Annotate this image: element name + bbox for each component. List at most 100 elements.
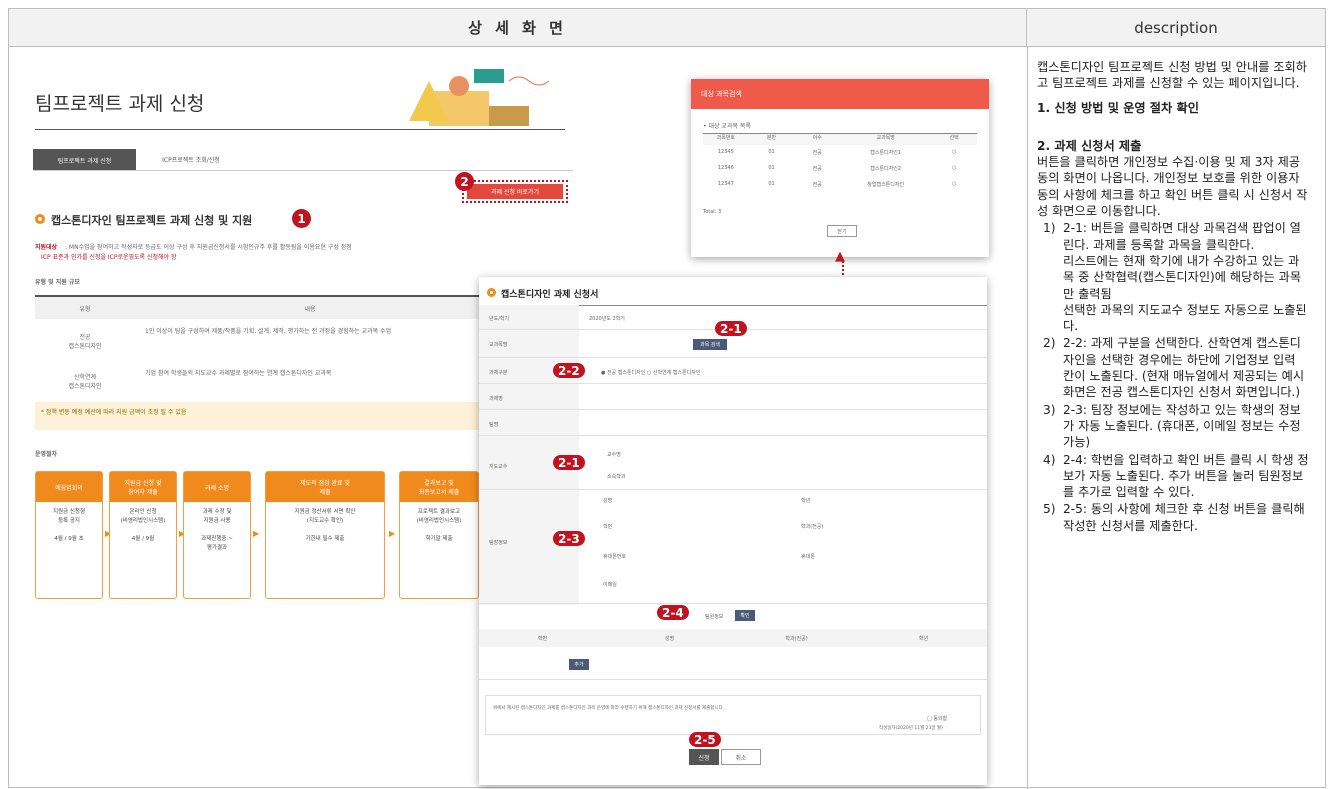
flow-step: 지원금 신청 및 참여자 제출 온라인 신청 (비영리법인시스템) 4월 / 9월 bbox=[109, 471, 177, 599]
tab-icp-project[interactable]: ICP프로젝트 조회/신청 bbox=[136, 149, 246, 171]
popup-cell: 12346 bbox=[717, 165, 734, 171]
table-head-type: 유형 bbox=[35, 297, 135, 319]
member-col: 학번 bbox=[537, 635, 548, 642]
flow-step-head: 제도적 점검 완료 및 제출 bbox=[266, 472, 384, 502]
agree-checkbox[interactable]: □ 동의함 bbox=[927, 715, 947, 722]
popup-col: 선택 bbox=[949, 135, 959, 141]
description-panel: 캡스톤디자인 팀프로젝트 신청 방법 및 안내를 조회하고 팀프로젝트 과제를 … bbox=[1037, 59, 1309, 534]
popup-col: 과목번호 bbox=[716, 135, 736, 141]
popup-row[interactable]: 12347 01 전공 창업캡스톤디자인 ○ bbox=[703, 181, 977, 188]
badge-2-1: 2-1 bbox=[715, 321, 747, 336]
description-step: 5) 2-5: 동의 사항에 체크한 후 신청 버튼을 클릭해 작성한 신청서를 … bbox=[1037, 501, 1309, 534]
popup-cell: 전공 bbox=[812, 150, 822, 156]
badge-2-4: 2-4 bbox=[657, 605, 689, 620]
form-label: 과제명 bbox=[489, 396, 503, 402]
popup-col: 분반 bbox=[766, 135, 777, 141]
badge-2-2: 2-2 bbox=[553, 363, 585, 378]
flow-step: 결과보고 및 최종보고서 제출 프로젝트 결과보고 (비영리법인시스템) 학기말 … bbox=[399, 471, 479, 599]
arrow-icon: ▶ bbox=[253, 529, 260, 538]
note-text: * 정책 변동 예정 예산에 따라 지원 금액이 조정 될 수 있음 bbox=[41, 409, 187, 416]
agree-date: 작성일자(2020년 11월 23일 월) bbox=[879, 726, 943, 731]
popup-row[interactable]: 12346 01 전공 캡스톤디자인2 ○ bbox=[703, 165, 977, 172]
table-cell: 산학연계 캡스톤디자인 bbox=[68, 374, 102, 390]
leader-field: 학과(전공) bbox=[801, 524, 824, 530]
logo-icon bbox=[487, 288, 496, 297]
member-col: 학과(전공) bbox=[785, 635, 808, 642]
badge-1: 1 bbox=[292, 209, 311, 228]
agree-text: 위에서 제시된 캡스톤디자인 과제를 캡스톤디자인 과목 운영에 따라 수행하기… bbox=[493, 706, 725, 711]
flow-step-body: 과제 수정 및 지원금 사용 과제진행중 ~ 평가결과 bbox=[201, 509, 233, 551]
popup-count: Total: 3 bbox=[703, 209, 722, 215]
popup-cell: 01 bbox=[768, 181, 775, 187]
form-label: 지도교수 bbox=[489, 464, 508, 470]
step-text: 2-4: 학번을 입력하고 확인 버튼 클릭 시 학생 정보가 자동 노출된다.… bbox=[1063, 452, 1309, 500]
popup-cell: 캡스톤디자인1 bbox=[870, 150, 902, 156]
popup-subtitle: • 대상 교과목 목록 bbox=[703, 123, 751, 130]
flow-step: 제도적 점검 완료 및 제출지원금 정산서류 서면 확인 (지도교수 확인) 기… bbox=[265, 471, 385, 599]
leader-field: 학번 bbox=[603, 524, 613, 530]
flow-step-head: 예창업회의 bbox=[36, 472, 102, 502]
leader-field: 학년 bbox=[801, 498, 811, 504]
popup-close-button[interactable]: 닫기 bbox=[827, 225, 857, 237]
badge-2-3: 2-3 bbox=[553, 531, 585, 546]
form-label: 팀명 bbox=[489, 422, 499, 428]
badge-2: 2 bbox=[455, 172, 474, 191]
member-table-head: 학번 성명 학과(전공) 학년 bbox=[479, 629, 987, 647]
flow-step-body: 지원금 정산서류 서면 확인 (지도교수 확인) 기한내 필수 제출 bbox=[294, 509, 356, 542]
badge-2-1-prof: 2-1 bbox=[553, 455, 585, 470]
step-subtext: 리스트에는 현재 학기에 내가 수강하고 있는 과목 중 산학협력(캡스톤디자인… bbox=[1063, 253, 1302, 301]
step-number: 2) bbox=[1043, 336, 1056, 351]
column-divider bbox=[1027, 47, 1028, 789]
member-col: 성명 bbox=[664, 635, 675, 642]
prof-field: 교수명 bbox=[607, 452, 621, 458]
popup-col: 교과목명 bbox=[876, 135, 895, 141]
step-number: 5) bbox=[1043, 502, 1056, 517]
description-intro: 캡스톤디자인 팀프로젝트 신청 방법 및 안내를 조회하고 팀프로젝트 과제를 … bbox=[1037, 60, 1307, 91]
popup-cell: 12345 bbox=[717, 149, 734, 155]
step-text: 2-1: 버튼을 클릭하면 대상 과목검색 팝업이 열린다. 과제를 등록할 과… bbox=[1063, 221, 1301, 252]
member-label: 팀원정보 bbox=[705, 614, 724, 620]
popup-row[interactable]: 12345 01 전공 캡스톤디자인1 ○ bbox=[703, 149, 977, 156]
popup-table-head: 과목번호 분반 이수 교과목명 선택 bbox=[703, 133, 977, 145]
project-type-radio[interactable]: ● 전공 캡스톤디자인 ○ 산학연계 캡스톤디자인 bbox=[601, 369, 700, 376]
flow-step-head: 지원금 신청 및 참여자 제출 bbox=[110, 472, 176, 502]
tab-team-project-apply[interactable]: 팀프로젝트 과제 신청 bbox=[33, 149, 136, 171]
step-number: 1) bbox=[1043, 221, 1056, 236]
add-member-button[interactable]: 추가 bbox=[569, 659, 589, 670]
popup-cell: 01 bbox=[768, 165, 775, 171]
course-search-popup: 대상 과목검색 • 대상 교과목 목록 과목번호 분반 이수 교과목명 선택 1… bbox=[691, 79, 989, 257]
arrow-up-icon: ▲ bbox=[835, 249, 845, 264]
submit-button[interactable]: 신청 bbox=[689, 749, 719, 765]
prof-field: 소속학과 bbox=[607, 474, 626, 480]
illustration-image bbox=[409, 69, 550, 126]
form-label: 교과목명 bbox=[489, 342, 508, 348]
type-title: 유형 및 지원 규모 bbox=[35, 279, 80, 286]
step-number: 4) bbox=[1043, 452, 1056, 467]
description-step: 2) 2-2: 과제 구분을 선택한다. 산학연계 캡스톤디자인을 선택한 경우에… bbox=[1037, 335, 1309, 400]
form-label: 과제구분 bbox=[489, 370, 508, 376]
table-cell: 기업 참여 학생들의 지도교수 과제별로 참여하는 연계 캡스톤디자인 교과목 bbox=[145, 370, 332, 377]
form-title: 캡스톤디자인 과제 신청서 bbox=[501, 290, 599, 300]
description-section-1: 1. 신청 방법 및 운영 절차 확인 bbox=[1037, 100, 1199, 115]
member-confirm-button[interactable]: 확인 bbox=[735, 610, 755, 621]
table-cell: 1인 이상이 팀을 구성하여 제품/작품을 기획, 설계, 제작, 평가하는 전… bbox=[145, 328, 392, 335]
flow-step-head: 결과보고 및 최종보고서 제출 bbox=[400, 472, 478, 502]
table-head-content: 내용 bbox=[135, 297, 485, 319]
description-section-2-body: 버튼을 클릭하면 개인정보 수집·이용 및 제 3자 제공 동의 화면이 나옵니… bbox=[1037, 155, 1308, 219]
form-label: 년도/학기 bbox=[489, 316, 510, 322]
description-step: 4) 2-4: 학번을 입력하고 확인 버튼 클릭 시 학생 정보가 자동 노출된… bbox=[1037, 452, 1309, 501]
popup-cell: 01 bbox=[768, 149, 775, 155]
course-search-button[interactable]: 과목 검색 bbox=[693, 339, 727, 350]
target-note: ICP 표준과 인가를 신청을 ICP로운영도록 신청해야 함 bbox=[41, 254, 177, 261]
apply-shortcut-button[interactable]: 과제 신청 바로가기 bbox=[467, 184, 563, 199]
target-label: 지원대상 bbox=[35, 244, 58, 251]
header-detail-screen: 상 세 화 면 bbox=[9, 9, 1027, 47]
form-label: 팀장정보 bbox=[489, 540, 508, 546]
leader-field: 성명 bbox=[603, 498, 613, 504]
popup-cell: 전공 bbox=[812, 166, 822, 172]
cancel-button[interactable]: 취소 bbox=[721, 749, 761, 765]
header-description: description bbox=[1027, 9, 1325, 47]
popup-cell: 캡스톤디자인2 bbox=[870, 166, 902, 172]
description-steps: 1) 2-1: 버튼을 클릭하면 대상 과목검색 팝업이 열린다. 과제를 등록할… bbox=[1037, 220, 1309, 534]
mock-page-title: 팀프로젝트 과제 신청 bbox=[35, 93, 205, 115]
